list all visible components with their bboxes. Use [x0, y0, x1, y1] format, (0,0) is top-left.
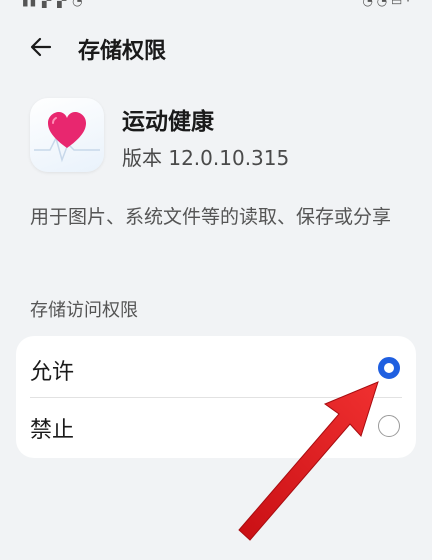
- annotation-arrow: [238, 381, 379, 541]
- status-icons-left: ▮▮ ▞ ▞ ◔: [22, 0, 84, 8]
- header: 存储权限: [0, 26, 432, 68]
- heart-icon: [34, 112, 100, 163]
- status-bar: ▮▮ ▞ ▞ ◔ ◔ ◔ ▭ ·: [0, 0, 432, 10]
- option-allow[interactable]: 允许: [16, 338, 416, 398]
- option-allow-label: 允许: [30, 360, 75, 385]
- section-label: 存储访问权限: [30, 300, 138, 321]
- back-button[interactable]: [26, 30, 60, 64]
- page-title: 存储权限: [78, 39, 167, 64]
- app-icon: [30, 98, 104, 172]
- option-deny-label: 禁止: [30, 418, 75, 443]
- option-deny[interactable]: 禁止: [16, 396, 416, 456]
- permission-options-card: 允许 禁止: [16, 336, 416, 458]
- radio-deny-unchecked[interactable]: [378, 415, 400, 437]
- radio-allow-checked[interactable]: [378, 357, 400, 379]
- permission-description: 用于图片、系统文件等的读取、保存或分享: [30, 206, 392, 228]
- app-name: 运动健康: [122, 109, 214, 135]
- app-version: 版本 12.0.10.315: [122, 146, 290, 170]
- arrow-left-icon: [30, 37, 52, 57]
- app-info: 运动健康 版本 12.0.10.315: [30, 98, 410, 178]
- status-icons-right: ◔ ◔ ▭ ·: [362, 0, 410, 8]
